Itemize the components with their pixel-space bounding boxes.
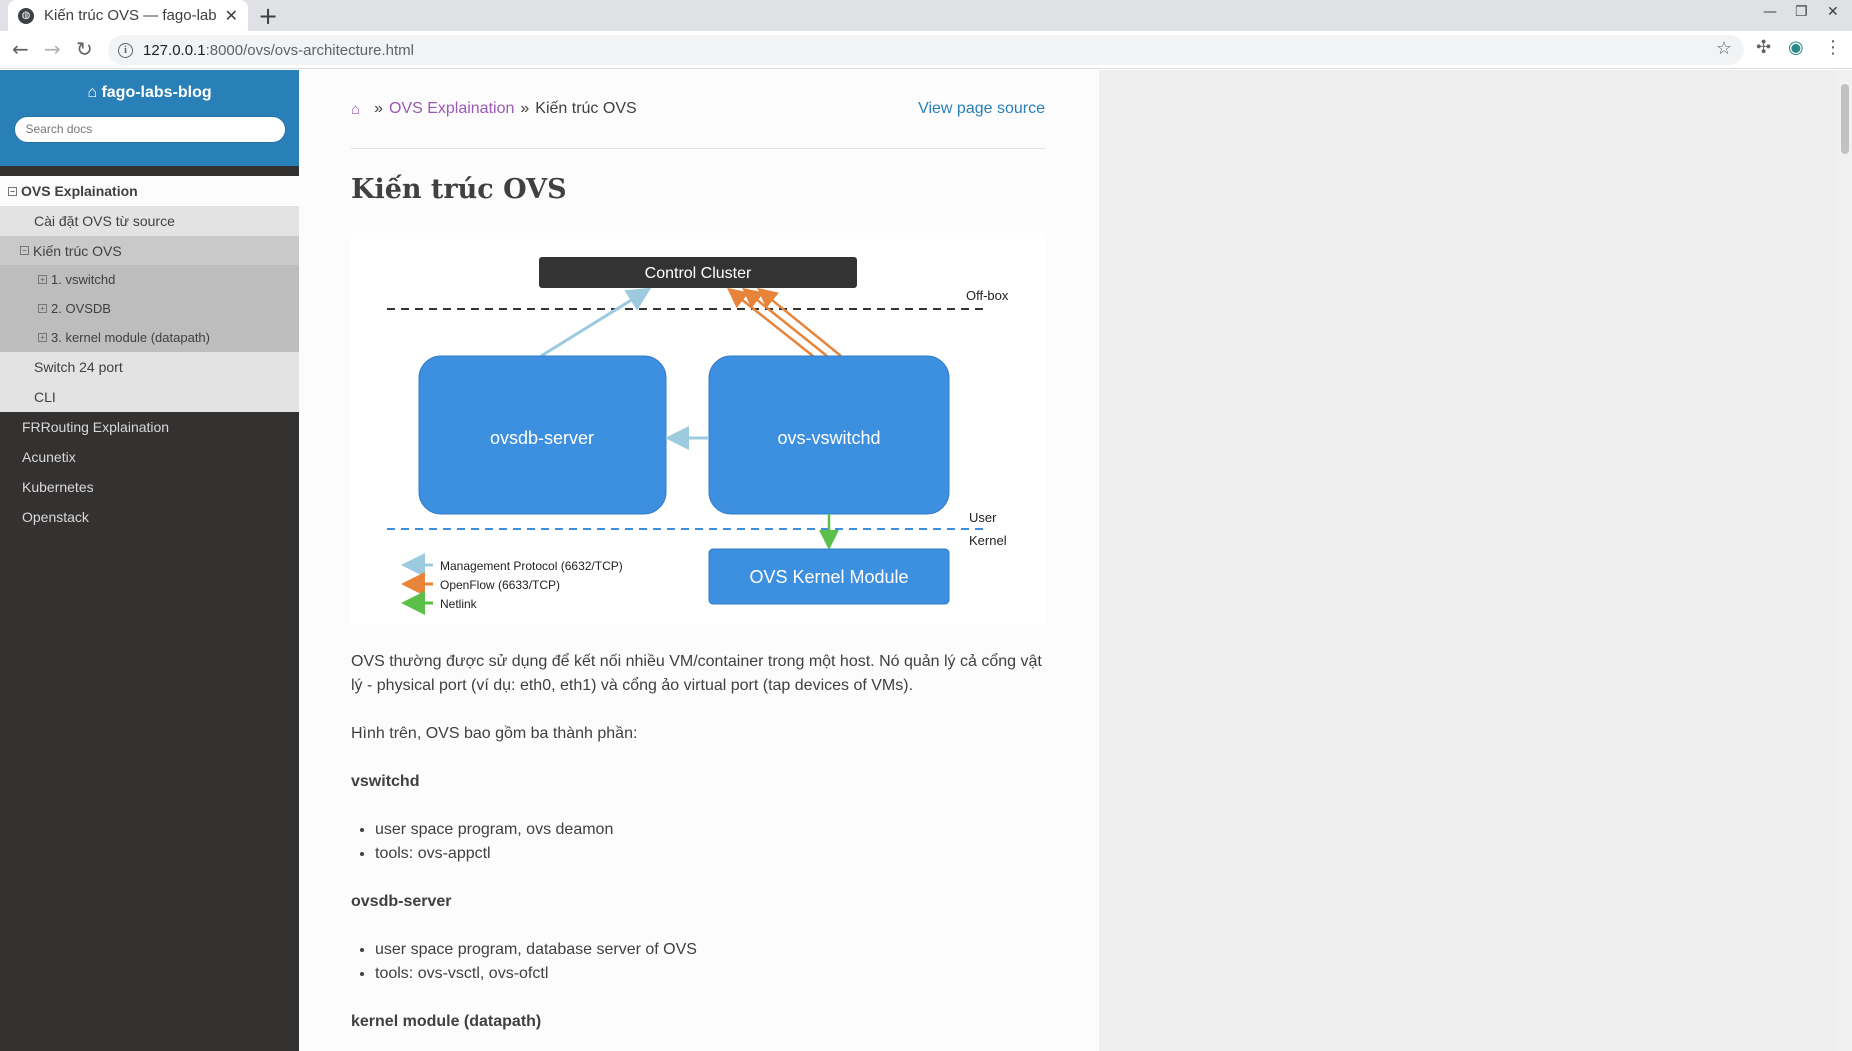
tab-close-icon[interactable]: ✕	[225, 6, 238, 25]
breadcrumb-link-ovs-explaination[interactable]: OVS Explaination	[389, 100, 514, 118]
site-info-icon[interactable]: i	[118, 42, 133, 58]
sidebar-item-2-ovsdb[interactable]: +2. OVSDB	[0, 294, 299, 323]
view-page-source-link[interactable]: View page source	[918, 100, 1045, 118]
sidebar-item-openstack[interactable]: Openstack	[0, 502, 299, 532]
home-icon[interactable]: ⌂	[351, 101, 360, 118]
heading-ovsdb-server: ovsdb-server	[351, 893, 452, 910]
sidebar-item-switch-24-port[interactable]: Switch 24 port	[0, 352, 299, 382]
list-item: tools: ovs-appctl	[375, 842, 1045, 866]
globe-icon: ◍	[18, 7, 34, 24]
browser-tab-strip: ◍ Kiến trúc OVS — fago-lab ✕ + — ❐ ✕	[0, 0, 1852, 31]
sidebar-header: ⌂ fago-labs-blog Search docs	[0, 70, 299, 166]
maximize-icon[interactable]: ❐	[1795, 4, 1808, 20]
user-label: User	[969, 510, 997, 525]
sidebar-item-label: FRRouting Explaination	[22, 419, 170, 435]
sidebar-item-acunetix[interactable]: Acunetix	[0, 442, 299, 472]
list-item: tools: ovs-vsctl, ovs-ofctl	[375, 962, 1045, 986]
minimize-icon[interactable]: —	[1763, 4, 1777, 20]
sidebar-item-3-kernel-module-datapath[interactable]: +3. kernel module (datapath)	[0, 323, 299, 352]
vswitchd-list: user space program, ovs deamon tools: ov…	[375, 818, 1045, 866]
legend-netlink-label: Netlink	[440, 597, 478, 611]
sidebar-item-c-i-t-ovs-t-source[interactable]: Cài đặt OVS từ source	[0, 206, 299, 236]
home-icon: ⌂	[87, 84, 97, 101]
heading-vswitchd: vswitchd	[351, 773, 420, 790]
reload-icon[interactable]: ↻	[76, 37, 93, 61]
paragraph-intro: OVS thường được sử dụng để kết nối nhiều…	[351, 653, 1042, 694]
back-arrow-icon[interactable]: ←	[12, 37, 29, 61]
page-background	[1099, 70, 1852, 1051]
expand-toggle-icon[interactable]: +	[38, 275, 47, 284]
tab-title: Kiến trúc OVS — fago-lab	[44, 7, 217, 24]
docs-sidebar: ⌂ fago-labs-blog Search docs − OVS Explai…	[0, 70, 299, 1051]
sidebar-item-kubernetes[interactable]: Kubernetes	[0, 472, 299, 502]
kernel-label: Kernel	[969, 533, 1007, 548]
sidebar-item-label: Acunetix	[22, 449, 76, 465]
profile-avatar-icon[interactable]: ◉	[1788, 37, 1804, 58]
sidebar-item-1-vswitchd[interactable]: +1. vswitchd	[0, 265, 299, 294]
site-brand-link[interactable]: ⌂ fago-labs-blog	[0, 84, 299, 102]
sidebar-item-label: 1. vswitchd	[51, 272, 116, 287]
sidebar-item-label: Kubernetes	[22, 479, 94, 495]
expand-toggle-icon[interactable]: +	[38, 333, 47, 342]
sidebar-item-ovs-explaination[interactable]: − OVS Explaination	[0, 176, 299, 206]
bookmark-star-icon[interactable]: ☆	[1716, 38, 1732, 59]
expand-toggle-icon[interactable]: +	[38, 304, 47, 313]
ovsdb-server-label: ovsdb-server	[490, 428, 594, 448]
search-docs-input[interactable]: Search docs	[13, 116, 286, 143]
ovsdb-list: user space program, database server of O…	[375, 938, 1045, 986]
address-bar[interactable]: i 127.0.0.1:8000/ovs/ovs-architecture.ht…	[108, 35, 1744, 65]
sidebar-item-ki-n-tr-c-ovs[interactable]: − Kiến trúc OVS	[0, 236, 299, 265]
sidebar-item-label: OVS Explaination	[21, 183, 138, 199]
sidebar-item-label: Openstack	[22, 509, 89, 525]
ovs-vswitchd-label: ovs-vswitchd	[777, 428, 880, 448]
heading-kernel-module: kernel module (datapath)	[351, 1013, 542, 1030]
url-text[interactable]: 127.0.0.1:8000/ovs/ovs-architecture.html	[143, 42, 414, 59]
off-box-label: Off-box	[966, 288, 1009, 303]
window-close-icon[interactable]: ✕	[1827, 4, 1839, 20]
sidebar-item-label: CLI	[34, 389, 56, 405]
page-title: Kiến trúc OVS	[351, 174, 567, 205]
browser-menu-icon[interactable]: ⋮	[1824, 37, 1842, 58]
management-arrow-to-cluster	[540, 287, 652, 358]
scrollbar-track[interactable]	[1838, 70, 1852, 1051]
sidebar-item-label: 2. OVSDB	[51, 301, 111, 316]
sidebar-item-frrouting-explaination[interactable]: FRRouting Explaination	[0, 412, 299, 442]
openflow-arrow-2	[742, 287, 828, 357]
control-cluster-label: Control Cluster	[645, 265, 752, 282]
legend-management-label: Management Protocol (6632/TCP)	[440, 559, 623, 573]
collapse-toggle-icon[interactable]: −	[8, 186, 17, 196]
sidebar-item-cli[interactable]: CLI	[0, 382, 299, 412]
sidebar-toc: − OVS Explaination Cài đặt OVS từ source − K…	[0, 176, 299, 532]
extensions-puzzle-icon[interactable]: ✣	[1756, 37, 1771, 58]
browser-toolbar: ← → ↻ i 127.0.0.1:8000/ovs/ovs-architect…	[0, 31, 1852, 69]
forward-arrow-icon[interactable]: →	[44, 37, 61, 61]
collapse-toggle-icon[interactable]: −	[20, 246, 29, 255]
sidebar-item-label: Cài đặt OVS từ source	[34, 213, 175, 229]
divider	[351, 148, 1045, 149]
ovs-kernel-module-label: OVS Kernel Module	[749, 567, 908, 587]
new-tab-button[interactable]: +	[258, 2, 278, 30]
sidebar-item-label: 3. kernel module (datapath)	[51, 330, 210, 345]
browser-tab-active[interactable]: ◍ Kiến trúc OVS — fago-lab ✕	[8, 0, 248, 31]
list-item: user space program, database server of O…	[375, 938, 1045, 962]
breadcrumb: ⌂ » OVS Explaination » Kiến trúc OVS Vie…	[351, 100, 1045, 118]
breadcrumb-current: Kiến trúc OVS	[535, 100, 637, 117]
sidebar-item-label: Kiến trúc OVS	[33, 242, 122, 259]
ovs-architecture-diagram: Control Cluster Off-box ovsdb-server ovs…	[351, 233, 1045, 625]
legend-openflow-label: OpenFlow (6633/TCP)	[440, 578, 560, 592]
list-item: user space program, ovs deamon	[375, 818, 1045, 842]
paragraph-components: Hình trên, OVS bao gồm ba thành phần:	[351, 725, 638, 742]
sidebar-item-label: Switch 24 port	[34, 359, 123, 375]
main-content: ⌂ » OVS Explaination » Kiến trúc OVS Vie…	[299, 70, 1099, 1051]
scrollbar-thumb[interactable]	[1841, 84, 1849, 154]
